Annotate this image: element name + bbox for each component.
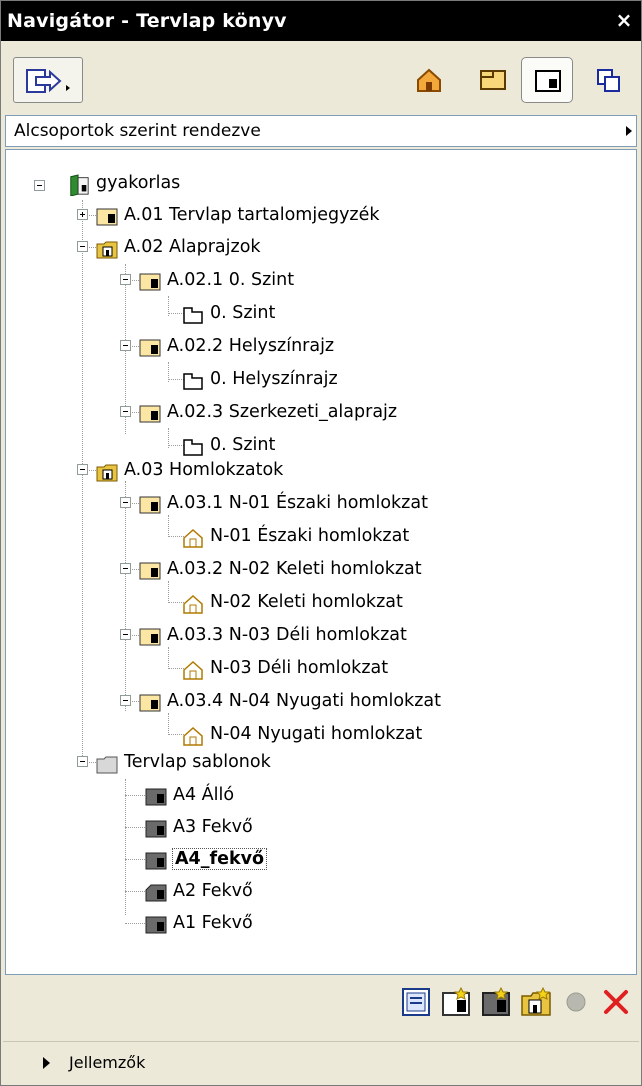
elevation-view-icon: [183, 528, 203, 548]
sets-icon: [597, 69, 620, 92]
delete-icon: [604, 990, 628, 1014]
tree-label: 0. Szint: [210, 435, 276, 455]
expand-arrow-icon[interactable]: [43, 1057, 50, 1069]
expand-toggle-a01[interactable]: [77, 209, 88, 220]
floorplan-view-icon: [183, 439, 203, 456]
folder-icon: [96, 756, 118, 774]
tree-label: A4 Álló: [173, 785, 235, 805]
collapse-toggle-a034[interactable]: [120, 695, 131, 706]
tree-label: A.02.3 Szerkezeti_alaprajz: [167, 402, 398, 422]
tree-label: A.01 Tervlap tartalomjegyzék: [124, 205, 380, 225]
master-layout-icon: [145, 820, 167, 838]
tree-label: A.02.2 Helyszínrajz: [167, 336, 335, 356]
master-layout-icon: [145, 788, 167, 806]
sort-dropdown-value: Alcsoportok szerint rendezve: [14, 121, 261, 141]
collapse-toggle-a031[interactable]: [120, 497, 131, 508]
elevation-view-icon: [183, 594, 203, 614]
master-layout-icon: [145, 916, 167, 934]
root-collapse-toggle[interactable]: [34, 180, 45, 191]
elevation-view-icon: [183, 660, 203, 680]
layout-sheet-icon: [139, 562, 161, 580]
collapse-toggle-a021[interactable]: [120, 274, 131, 285]
tree-label: A.03 Homlokzatok: [124, 460, 284, 480]
new-subset-icon: [521, 987, 551, 1016]
tree-label: 0. Helyszínrajz: [210, 369, 338, 389]
layout-book-button[interactable]: [521, 57, 573, 103]
new-master-button[interactable]: [479, 985, 513, 1021]
floorplan-icon: [480, 70, 506, 90]
layout-sheet-icon: [139, 273, 161, 291]
circle-icon: [566, 992, 586, 1012]
tree-label: Tervlap sablonok: [124, 752, 271, 772]
layout-icon: [535, 70, 561, 92]
tree-label: A2 Fekvő: [173, 881, 253, 901]
tree-label: A4_fekvő: [171, 848, 268, 870]
layout-sheet-icon: [139, 496, 161, 514]
layout-sheet-icon: [139, 405, 161, 423]
layout-sheet-icon: [139, 628, 161, 646]
tree-label: A3 Fekvő: [173, 817, 253, 837]
collapse-toggle-a022[interactable]: [120, 340, 131, 351]
new-layout-button[interactable]: [439, 985, 473, 1021]
disabled-button[interactable]: [559, 985, 593, 1021]
properties-label: Jellemzők: [69, 1053, 146, 1072]
subset-folder-icon: [96, 464, 118, 482]
delete-button[interactable]: [599, 985, 633, 1021]
tree-label: A.03.1 N-01 Északi homlokzat: [167, 493, 428, 513]
collapse-toggle-a023[interactable]: [120, 406, 131, 417]
collapse-toggle-a033[interactable]: [120, 629, 131, 640]
tree-label: A.03.2 N-02 Keleti homlokzat: [167, 559, 422, 579]
collapse-toggle-a03[interactable]: [77, 464, 88, 475]
layout-sheet-icon: [96, 208, 118, 226]
toolbar: [1, 41, 641, 113]
layout-sheet-icon: [139, 694, 161, 712]
tree-label: gyakorlas: [96, 173, 181, 193]
window-title: Navigátor - Tervlap könyv: [7, 10, 287, 32]
tree-label: A.02.1 0. Szint: [167, 270, 295, 290]
navigator-window: Navigátor - Tervlap könyv × Alcsoportok …: [0, 0, 642, 1086]
layout-settings-icon: [402, 988, 430, 1016]
elevation-view-icon: [183, 726, 203, 746]
dropdown-arrow-icon[interactable]: [626, 126, 632, 136]
tree-label: N-03 Déli homlokzat: [210, 658, 389, 678]
close-button[interactable]: ×: [613, 9, 635, 31]
new-master-icon: [482, 987, 510, 1016]
collapse-toggle-templates[interactable]: [77, 756, 88, 767]
house-icon: [417, 68, 441, 92]
sort-dropdown[interactable]: Alcsoportok szerint rendezve: [5, 115, 637, 147]
collapse-toggle-a032[interactable]: [120, 563, 131, 574]
floorplan-view-icon: [183, 373, 203, 390]
publish-button[interactable]: [13, 57, 83, 103]
bottom-toolbar: [1, 976, 641, 1036]
floorplan-view-icon: [183, 307, 203, 324]
tree-label: 0. Szint: [210, 303, 276, 323]
view-map-button[interactable]: [467, 57, 519, 103]
tree-label: A.02 Alaprajzok: [124, 237, 261, 257]
tree-view[interactable]: gyakorlas A.01 Tervlap tartalomjegyzék A…: [5, 149, 637, 975]
new-layout-icon: [442, 987, 470, 1016]
publish-icon: [26, 69, 70, 93]
subset-folder-icon: [96, 241, 118, 259]
project-book-icon: [70, 174, 89, 196]
tree-label: A.03.3 N-03 Déli homlokzat: [167, 625, 407, 645]
layout-sheet-icon: [139, 339, 161, 357]
new-subset-button[interactable]: [519, 985, 553, 1021]
tree-label: A1 Fekvő: [173, 913, 253, 933]
master-layout-icon: [145, 852, 167, 870]
master-layout-icon: [145, 884, 167, 902]
settings-button[interactable]: [399, 985, 433, 1021]
tree-label: N-01 Északi homlokzat: [210, 526, 410, 546]
collapse-toggle-a02[interactable]: [77, 241, 88, 252]
properties-bar[interactable]: Jellemzők: [3, 1041, 639, 1083]
tree-label: A.03.4 N-04 Nyugati homlokzat: [167, 691, 441, 711]
project-map-button[interactable]: [403, 57, 455, 103]
publisher-sets-button[interactable]: [583, 57, 635, 103]
title-bar[interactable]: Navigátor - Tervlap könyv ×: [1, 1, 641, 41]
tree-label: N-04 Nyugati homlokzat: [210, 724, 423, 744]
tree-label: N-02 Keleti homlokzat: [210, 592, 403, 612]
